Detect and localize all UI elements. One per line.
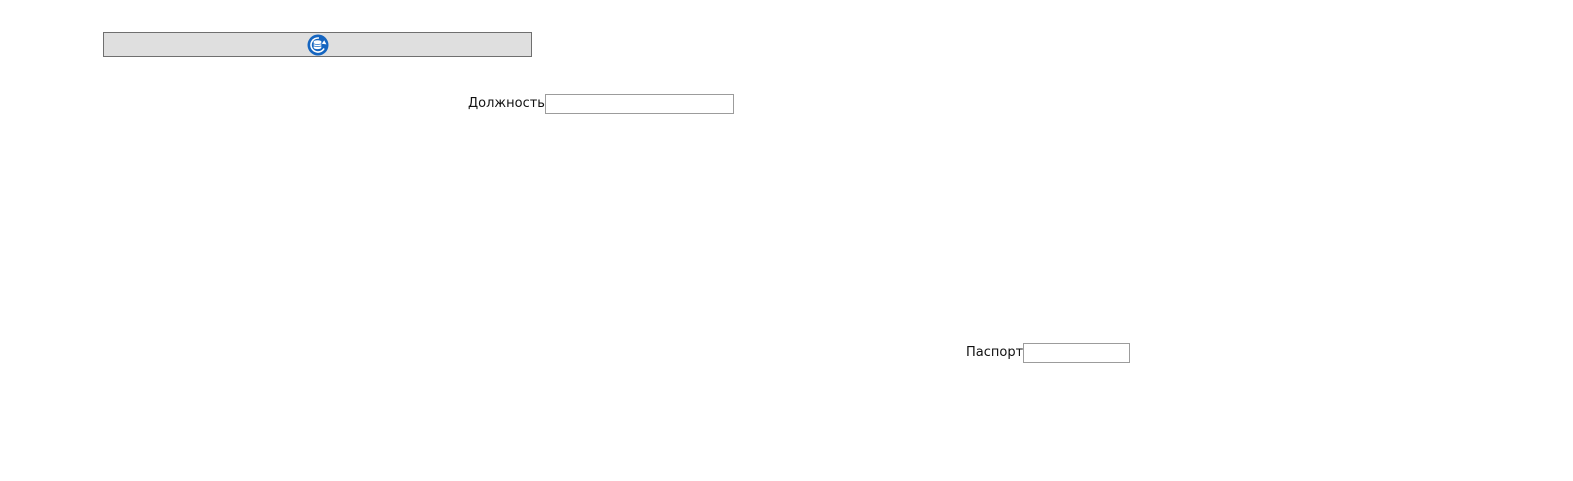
passport-label: Паспорт (966, 345, 1024, 360)
position-input[interactable] (544, 94, 734, 114)
passport-field-row: Паспорт (966, 343, 1131, 363)
position-field-row: Должность (468, 94, 734, 114)
database-refresh-button[interactable] (103, 32, 532, 57)
database-refresh-icon (307, 34, 328, 55)
passport-input[interactable] (1023, 343, 1131, 363)
position-label: Должность (468, 96, 545, 111)
